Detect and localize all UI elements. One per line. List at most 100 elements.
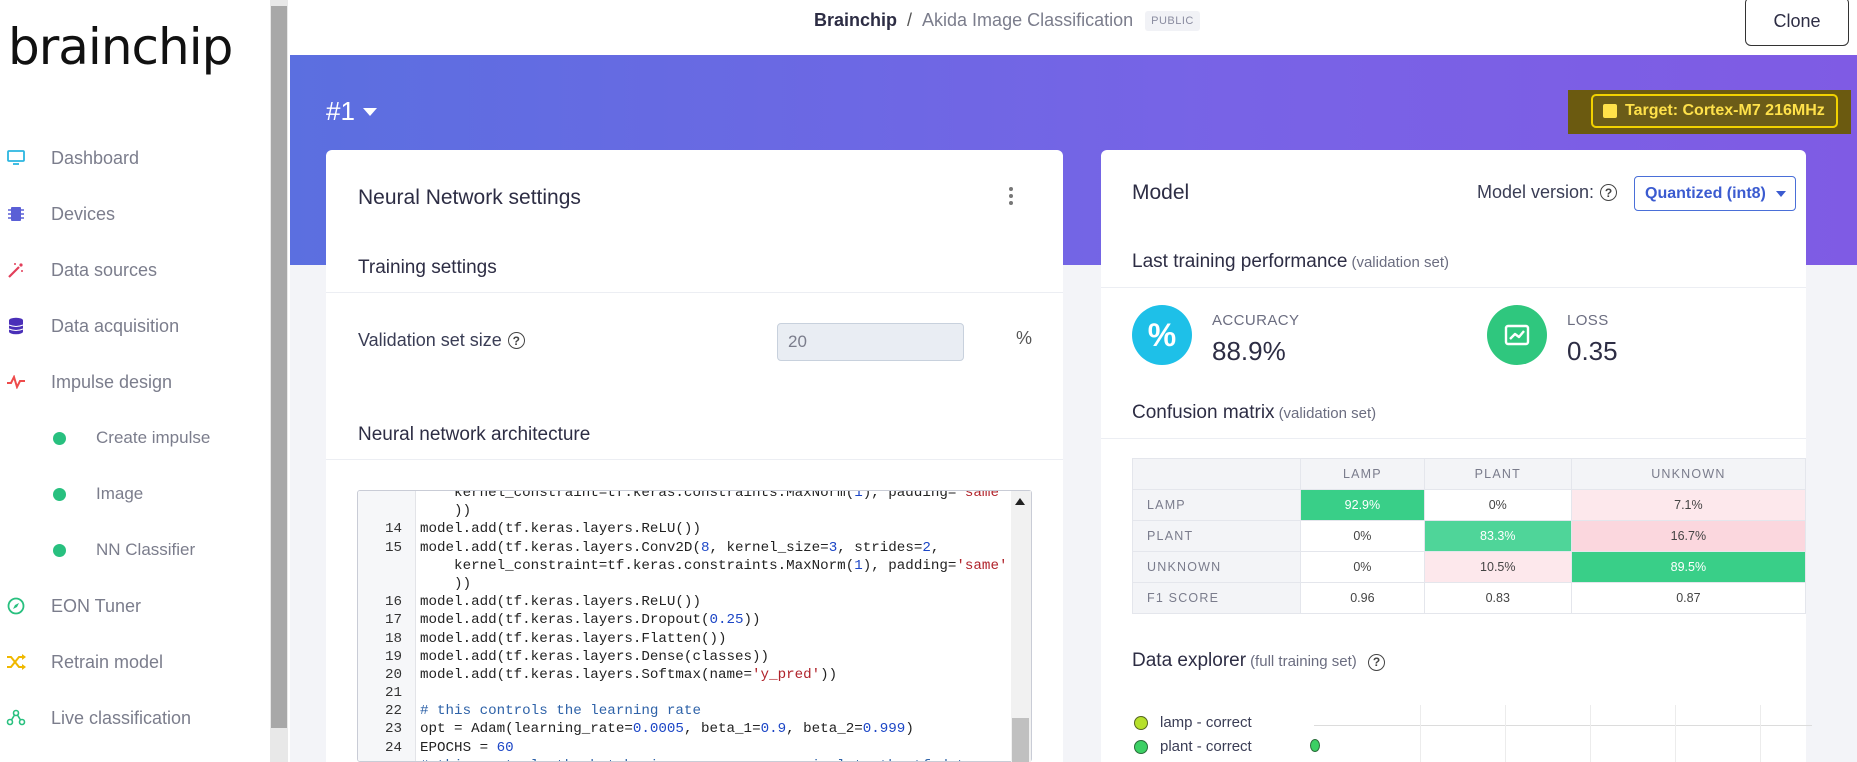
cm-row-header: PLANT bbox=[1132, 520, 1301, 552]
help-icon[interactable]: ? bbox=[1368, 653, 1386, 671]
legend-item-lamp-correct[interactable]: lamp - correct bbox=[1134, 714, 1252, 731]
editor-scrollbar-thumb[interactable] bbox=[1012, 718, 1029, 762]
code-line: # this controls the batch size, or you c… bbox=[358, 757, 1008, 761]
kebab-menu-icon[interactable] bbox=[1008, 187, 1014, 205]
help-icon[interactable]: ? bbox=[1600, 184, 1618, 201]
sidebar-item-label: EON Tuner bbox=[51, 595, 142, 616]
plot-gridline bbox=[1675, 705, 1676, 762]
breadcrumb-project[interactable]: Akida Image Classification bbox=[922, 10, 1133, 31]
line-number: 16 bbox=[384, 594, 402, 611]
code-line: 19 model.add(tf.keras.layers.Dense(classe… bbox=[358, 648, 1008, 666]
code-line: kernel_constraint=tf.keras.constraints.M… bbox=[358, 557, 1008, 575]
perf-note: (validation set) bbox=[1351, 254, 1449, 271]
model-version-text: Model version: bbox=[1477, 182, 1595, 202]
code-text: # this controls the batch size, or you c… bbox=[420, 757, 973, 761]
explorer-note: (full training set) bbox=[1250, 653, 1357, 670]
code-text: model.add(tf.keras.layers.ReLU()) bbox=[420, 521, 701, 538]
code-text: model.add(tf.keras.layers.ReLU()) bbox=[420, 594, 701, 611]
cm-cell: 10.5% bbox=[1423, 551, 1572, 583]
code-line: 21 bbox=[358, 684, 1008, 702]
sidebar-item-devices[interactable]: Devices bbox=[0, 194, 270, 234]
sidebar-item-image[interactable]: Image bbox=[0, 474, 270, 514]
code-line: 23 opt = Adam(learning_rate=0.0005, beta_… bbox=[358, 720, 1008, 738]
loss-value: 0.35 bbox=[1567, 336, 1618, 366]
divider bbox=[1101, 438, 1806, 439]
help-icon[interactable]: ? bbox=[507, 332, 525, 349]
nn-settings-title: Neural Network settings bbox=[358, 186, 581, 209]
cm-cell: 0% bbox=[1300, 551, 1425, 583]
compass-icon bbox=[6, 596, 26, 616]
code-text: kernel_constraint=tf.keras.constraints.M… bbox=[420, 557, 1008, 574]
breadcrumb: Brainchip / Akida Image Classification P… bbox=[814, 10, 1200, 31]
chip-icon bbox=[1603, 104, 1617, 118]
target-device-button[interactable]: Target: Cortex-M7 216MHz bbox=[1591, 94, 1838, 128]
validation-set-input[interactable]: 20 bbox=[777, 323, 964, 361]
validation-set-text: Validation set size bbox=[358, 330, 502, 350]
chart-trend-icon bbox=[1487, 305, 1547, 365]
sidebar-item-label: NN Classifier bbox=[96, 540, 196, 559]
target-label: Target: Cortex-M7 216MHz bbox=[1625, 102, 1825, 119]
caret-down-icon bbox=[1776, 191, 1786, 197]
sidebar-item-retrain-model[interactable]: Retrain model bbox=[0, 642, 270, 682]
sidebar-scrollbar-thumb[interactable] bbox=[271, 6, 287, 728]
code-editor[interactable]: kernel_constraint=tf.keras.constraints.M… bbox=[357, 490, 1032, 762]
line-number: 18 bbox=[384, 630, 402, 647]
dot-icon bbox=[53, 431, 66, 445]
cm-header-row: LAMP PLANT UNKNOWN bbox=[1132, 458, 1807, 490]
cm-row-header: UNKNOWN bbox=[1132, 551, 1301, 583]
sidebar-item-data-acquisition[interactable]: Data acquisition bbox=[0, 306, 270, 346]
code-line: kernel_constraint=tf.keras.constraints.M… bbox=[358, 491, 1008, 502]
sidebar-item-create-impulse[interactable]: Create impulse bbox=[0, 418, 270, 458]
legend-dot bbox=[1134, 739, 1148, 754]
sidebar-item-label: Image bbox=[96, 484, 144, 503]
dot-icon bbox=[53, 543, 66, 557]
accuracy-symbol: % bbox=[1147, 316, 1177, 353]
dot-icon bbox=[53, 487, 66, 501]
legend-item-plant-correct[interactable]: plant - correct bbox=[1134, 738, 1252, 755]
code-line: 22 # this controls the learning rate bbox=[358, 702, 1008, 720]
sidebar-item-label: Live classification bbox=[51, 707, 192, 728]
legend-dot bbox=[1134, 715, 1148, 730]
code-text: opt = Adam(learning_rate=0.0005, beta_1=… bbox=[420, 721, 914, 738]
line-number: 23 bbox=[384, 721, 402, 738]
cm-row-header: F1 SCORE bbox=[1132, 582, 1301, 614]
cm-cell: 0.96 bbox=[1300, 582, 1425, 614]
sidebar: brainchip Dashboard Devices Data sources Da… bbox=[0, 0, 270, 762]
code-line: 18 model.add(tf.keras.layers.Flatten()) bbox=[358, 630, 1008, 648]
network-icon bbox=[6, 708, 26, 728]
scroll-up-arrow-icon[interactable] bbox=[1015, 498, 1025, 505]
code-content[interactable]: kernel_constraint=tf.keras.constraints.M… bbox=[358, 491, 1008, 761]
code-text: model.add(tf.keras.layers.Softmax(name='… bbox=[420, 666, 838, 683]
line-number: 17 bbox=[384, 612, 402, 629]
sidebar-item-nn-classifier[interactable]: NN Classifier bbox=[0, 530, 270, 570]
clone-button[interactable]: Clone bbox=[1745, 0, 1849, 46]
line-number: 14 bbox=[384, 521, 402, 538]
cm-title-text: Confusion matrix bbox=[1132, 402, 1275, 423]
model-version-label: Model version: ? bbox=[1477, 182, 1618, 203]
chip-icon bbox=[6, 204, 26, 224]
code-text: )) bbox=[420, 503, 472, 520]
monitor-icon bbox=[6, 148, 26, 168]
sidebar-item-eon-tuner[interactable]: EON Tuner bbox=[0, 586, 270, 626]
divider bbox=[326, 459, 1063, 460]
cm-row-header: LAMP bbox=[1132, 489, 1301, 521]
line-number: 21 bbox=[384, 685, 402, 702]
accuracy-value: 88.9% bbox=[1212, 336, 1286, 366]
confusion-matrix-title: Confusion matrix (validation set) bbox=[1132, 402, 1376, 424]
version-dropdown[interactable]: #1 bbox=[326, 96, 377, 127]
code-text: EPOCHS = 60 bbox=[420, 739, 514, 756]
sidebar-item-live-classification[interactable]: Live classification bbox=[0, 698, 270, 738]
sidebar-item-dashboard[interactable]: Dashboard bbox=[0, 138, 270, 178]
brainchip-logo[interactable]: brainchip bbox=[8, 18, 233, 76]
data-point[interactable] bbox=[1310, 739, 1320, 752]
model-title: Model bbox=[1132, 181, 1190, 204]
sidebar-item-data-sources[interactable]: Data sources bbox=[0, 250, 270, 290]
cm-cell: 0% bbox=[1300, 520, 1425, 552]
cm-cell: 0.87 bbox=[1570, 582, 1807, 614]
line-number: 22 bbox=[384, 703, 402, 720]
sidebar-item-impulse-design[interactable]: Impulse design bbox=[0, 362, 270, 402]
model-version-select[interactable]: Quantized (int8) bbox=[1634, 176, 1796, 211]
cm-cell: 89.5% bbox=[1570, 551, 1807, 583]
cm-cell: 83.3% bbox=[1423, 520, 1572, 552]
breadcrumb-org[interactable]: Brainchip bbox=[814, 10, 897, 31]
